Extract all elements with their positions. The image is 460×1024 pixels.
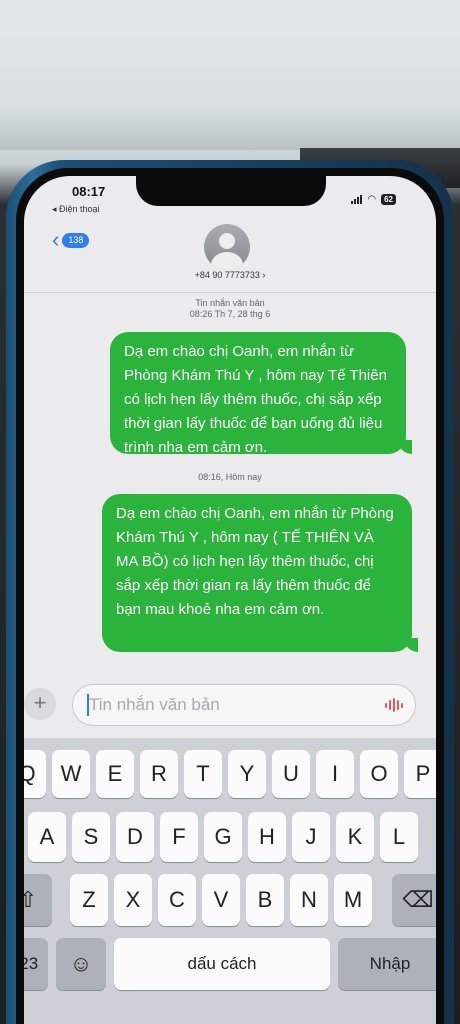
key-b[interactable]: B: [246, 874, 284, 926]
wifi-icon: ◠: [367, 193, 377, 205]
battery-icon: 62: [381, 194, 396, 205]
add-attachment-button[interactable]: +: [24, 688, 56, 720]
message-input[interactable]: Tin nhắn văn bản: [72, 684, 416, 726]
message-meta-1: Tin nhắn văn bản 08:26 Th 7, 28 thg 6: [24, 298, 436, 320]
key-q[interactable]: Q: [24, 750, 46, 798]
message-timestamp: 08:26 Th 7, 28 thg 6: [189, 309, 271, 319]
avatar-head: [219, 233, 235, 249]
key-u[interactable]: U: [272, 750, 310, 798]
key-s[interactable]: S: [72, 812, 110, 862]
message-meta-2: 08:16, Hôm nay: [24, 472, 436, 483]
key-m[interactable]: M: [334, 874, 372, 926]
key-l[interactable]: L: [380, 812, 418, 862]
header-divider: [24, 292, 436, 293]
key-i[interactable]: I: [316, 750, 354, 798]
back-to-phone-link[interactable]: ◂ Điện thoại: [52, 204, 100, 215]
key-f[interactable]: F: [160, 812, 198, 862]
key-o[interactable]: O: [360, 750, 398, 798]
key-r[interactable]: R: [140, 750, 178, 798]
key-v[interactable]: V: [202, 874, 240, 926]
return-key[interactable]: Nhập: [338, 938, 436, 990]
key-k[interactable]: K: [336, 812, 374, 862]
message-type-label: Tin nhắn văn bản: [195, 298, 265, 308]
chevron-left-icon: ‹: [52, 227, 60, 252]
background-monitor: [0, 0, 460, 150]
key-t[interactable]: T: [184, 750, 222, 798]
contact-number[interactable]: +84 90 7773733 ›: [24, 270, 436, 280]
key-c[interactable]: C: [158, 874, 196, 926]
shift-key[interactable]: ⇧: [24, 874, 52, 926]
status-icons: ◠ 62: [351, 194, 396, 205]
key-e[interactable]: E: [96, 750, 134, 798]
space-key[interactable]: dấu cách: [114, 938, 330, 990]
delete-key[interactable]: ⌫: [392, 874, 436, 926]
unread-count-badge: 138: [62, 232, 90, 248]
numbers-key[interactable]: 123: [24, 938, 48, 990]
emoji-icon[interactable]: ☺: [56, 938, 106, 990]
phone-screen: 08:17 ◂ Điện thoại ◠ 62 ‹ 138 +84 90 777…: [24, 176, 436, 1024]
key-z[interactable]: Z: [70, 874, 108, 926]
key-a[interactable]: A: [28, 812, 66, 862]
keyboard: Q W E R T Y U I O P A S D F G H J K L ⇧ …: [24, 738, 436, 1024]
cellular-signal-icon: [351, 195, 363, 204]
message-input-placeholder: Tin nhắn văn bản: [89, 695, 220, 714]
key-w[interactable]: W: [52, 750, 90, 798]
dictation-icon[interactable]: [385, 697, 403, 713]
contact-avatar[interactable]: [204, 224, 250, 270]
key-x[interactable]: X: [114, 874, 152, 926]
key-y[interactable]: Y: [228, 750, 266, 798]
avatar-body: [211, 252, 243, 270]
back-button[interactable]: ‹ 138: [52, 227, 90, 252]
key-j[interactable]: J: [292, 812, 330, 862]
notch: [136, 176, 326, 206]
message-timestamp: 08:16, Hôm nay: [198, 472, 262, 482]
message-bubble[interactable]: Dạ em chào chị Oanh, em nhắn từ Phòng Kh…: [110, 332, 412, 456]
message-bubble[interactable]: Dạ em chào chị Oanh, em nhắn từ Phòng Kh…: [102, 494, 418, 652]
key-n[interactable]: N: [290, 874, 328, 926]
key-d[interactable]: D: [116, 812, 154, 862]
key-p[interactable]: P: [404, 750, 436, 798]
key-h[interactable]: H: [248, 812, 286, 862]
key-g[interactable]: G: [204, 812, 242, 862]
status-time: 08:17: [72, 184, 106, 199]
